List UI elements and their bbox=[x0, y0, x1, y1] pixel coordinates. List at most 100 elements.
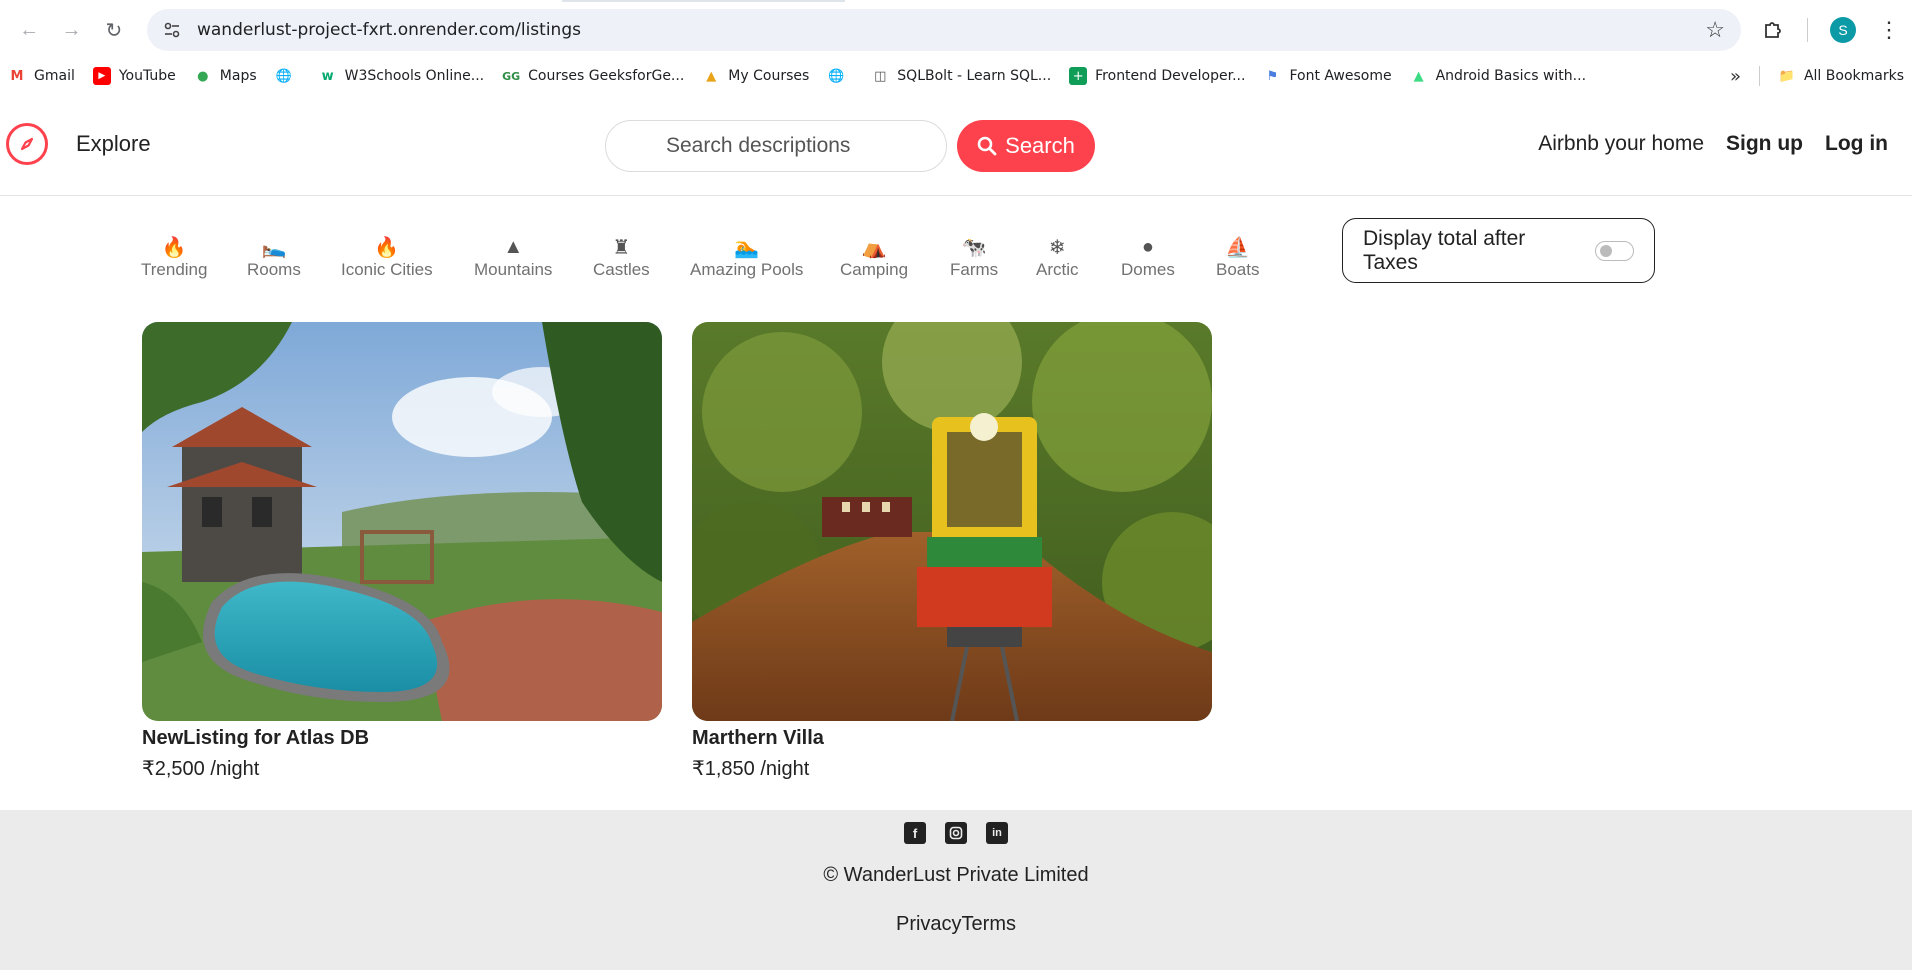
signup-link[interactable]: Sign up bbox=[1726, 132, 1803, 156]
filter-boats[interactable]: ⛵ Boats bbox=[1216, 234, 1259, 280]
search-input[interactable] bbox=[605, 120, 947, 172]
filter-label: Trending bbox=[141, 260, 208, 279]
browser-toolbar: ← → ↻ wanderlust-project-fxrt.onrender.c… bbox=[0, 0, 1912, 60]
bookmark-label: SQLBolt - Learn SQL... bbox=[897, 68, 1052, 84]
bookmark-globe-1[interactable]: 🌐 bbox=[275, 67, 301, 85]
castle-icon: ♜ bbox=[612, 236, 631, 259]
listing-title[interactable]: NewListing for Atlas DB bbox=[142, 727, 662, 750]
bookmark-gmail[interactable]: M Gmail bbox=[8, 67, 75, 85]
w3schools-icon: w bbox=[321, 68, 334, 84]
bookmark-label: YouTube bbox=[118, 68, 176, 84]
filter-label: Domes bbox=[1121, 260, 1175, 279]
bookmark-geeksforgeeks[interactable]: GG Courses GeeksforGe... bbox=[502, 67, 684, 85]
filter-label: Amazing Pools bbox=[690, 260, 804, 279]
search-button[interactable]: Search bbox=[957, 120, 1095, 172]
filter-iconic-cities[interactable]: 🔥 Iconic Cities bbox=[341, 234, 433, 280]
bookmark-label: Android Basics with... bbox=[1435, 68, 1587, 84]
filter-label: Rooms bbox=[247, 260, 301, 279]
reload-icon[interactable]: ↻ bbox=[97, 12, 131, 48]
bookmark-label: W3Schools Online... bbox=[344, 68, 485, 84]
site-settings-icon[interactable] bbox=[163, 20, 183, 40]
airbnb-your-home-link[interactable]: Airbnb your home bbox=[1538, 132, 1704, 156]
explore-link[interactable]: Explore bbox=[76, 131, 151, 157]
search-button-label: Search bbox=[1005, 133, 1075, 158]
filter-label: Mountains bbox=[474, 260, 553, 279]
filter-label: Castles bbox=[593, 260, 650, 279]
bookmark-font-awesome[interactable]: ⚑ Font Awesome bbox=[1263, 67, 1392, 85]
snowflake-icon: ❄ bbox=[1048, 236, 1066, 259]
bookmark-star-icon[interactable]: ☆ bbox=[1705, 17, 1725, 43]
address-bar[interactable]: wanderlust-project-fxrt.onrender.com/lis… bbox=[146, 9, 1741, 51]
filter-label: Camping bbox=[840, 260, 909, 279]
instagram-icon[interactable] bbox=[945, 822, 967, 844]
tab-strip-indicator bbox=[562, 0, 845, 2]
bookmark-label: Font Awesome bbox=[1289, 68, 1392, 84]
cow-icon: 🐄 bbox=[961, 236, 987, 259]
bookmark-my-courses[interactable]: ▲ My Courses bbox=[702, 67, 809, 85]
gmail-icon: M bbox=[10, 68, 24, 84]
tax-switch-knob bbox=[1599, 244, 1612, 257]
site-navbar: Explore Search Airbnb your home Sign up … bbox=[0, 92, 1912, 196]
listing-card[interactable]: Marthern Villa ₹1,850 /night bbox=[692, 322, 1212, 781]
filter-farms[interactable]: 🐄 Farms bbox=[950, 234, 998, 280]
login-link[interactable]: Log in bbox=[1825, 132, 1888, 156]
sailboat-icon: ⛵ bbox=[1225, 236, 1251, 259]
globe-icon: 🌐 bbox=[828, 68, 845, 84]
listing-card[interactable]: NewListing for Atlas DB ₹2,500 /night bbox=[142, 322, 662, 781]
copyright-text: © WanderLust Private Limited bbox=[823, 864, 1089, 886]
filter-amazing-pools[interactable]: 🏊 Amazing Pools bbox=[690, 234, 803, 280]
filter-castles[interactable]: ♜ Castles bbox=[593, 234, 650, 280]
flag-icon: ⚑ bbox=[1266, 68, 1279, 84]
search-icon bbox=[977, 136, 997, 156]
filter-label: Iconic Cities bbox=[341, 260, 433, 279]
filter-domes[interactable]: ● Domes bbox=[1121, 234, 1175, 280]
bookmark-maps[interactable]: ● Maps bbox=[194, 67, 257, 85]
footer-links[interactable]: PrivacyTerms bbox=[0, 913, 1912, 936]
bookmarks-divider bbox=[1758, 66, 1760, 86]
bookmark-youtube[interactable]: ▶ YouTube bbox=[92, 67, 176, 85]
tax-toggle-container: Display total after Taxes bbox=[1342, 218, 1655, 283]
bookmark-label: Maps bbox=[219, 68, 257, 84]
bookmark-android-basics[interactable]: ▲ Android Basics with... bbox=[1410, 67, 1586, 85]
database-icon: ◫ bbox=[874, 68, 887, 84]
filter-label: Arctic bbox=[1036, 260, 1079, 279]
linkedin-icon[interactable]: in bbox=[986, 822, 1008, 844]
forward-arrow-icon[interactable]: → bbox=[54, 12, 88, 48]
geeksforgeeks-icon: GG bbox=[502, 69, 521, 83]
profile-avatar[interactable]: S bbox=[1829, 17, 1856, 43]
bookmark-frontend-developer[interactable]: + Frontend Developer... bbox=[1069, 67, 1245, 85]
compass-logo-icon[interactable] bbox=[6, 122, 48, 165]
listing-image[interactable] bbox=[142, 322, 662, 721]
bookmark-label: My Courses bbox=[728, 68, 810, 84]
bookmark-label: Frontend Developer... bbox=[1095, 68, 1246, 84]
bed-icon: 🛌 bbox=[261, 236, 287, 259]
filter-arctic[interactable]: ❄ Arctic bbox=[1036, 234, 1079, 280]
igloo-icon: ● bbox=[1141, 235, 1154, 258]
bookmark-sqlbolt[interactable]: ◫ SQLBolt - Learn SQL... bbox=[871, 67, 1051, 85]
back-arrow-icon[interactable]: ← bbox=[12, 12, 46, 48]
filter-mountains[interactable]: ▲ Mountains bbox=[474, 234, 552, 280]
tax-toggle-label: Display total after Taxes bbox=[1363, 226, 1526, 274]
bookmark-globe-2[interactable]: 🌐 bbox=[827, 67, 853, 85]
listings-grid: NewListing for Atlas DB ₹2,500 /night Ma… bbox=[0, 320, 1912, 780]
url-text[interactable]: wanderlust-project-fxrt.onrender.com/lis… bbox=[197, 20, 1705, 40]
tax-switch[interactable] bbox=[1594, 240, 1634, 261]
extensions-puzzle-icon[interactable] bbox=[1761, 18, 1785, 42]
person-swimming-icon: 🏊 bbox=[734, 236, 760, 259]
social-links: f in bbox=[0, 822, 1912, 844]
browser-menu-icon[interactable]: ⋮ bbox=[1878, 17, 1900, 43]
listing-title[interactable]: Marthern Villa bbox=[692, 727, 1212, 750]
bookmark-w3schools[interactable]: w W3Schools Online... bbox=[319, 67, 485, 85]
listing-image[interactable] bbox=[692, 322, 1212, 721]
sheets-icon: + bbox=[1069, 67, 1088, 85]
all-bookmarks-folder[interactable]: 📁 All Bookmarks bbox=[1778, 67, 1904, 85]
globe-icon: 🌐 bbox=[275, 68, 292, 84]
folder-icon: 📁 bbox=[1778, 68, 1796, 84]
bookmarks-bar: M Gmail ▶ YouTube ● Maps 🌐 w W3Schools Onlin… bbox=[0, 60, 1912, 92]
filter-label: Boats bbox=[1216, 260, 1260, 279]
more-bookmarks-chevron-icon[interactable]: » bbox=[1730, 66, 1741, 87]
filter-rooms[interactable]: 🛌 Rooms bbox=[247, 234, 301, 280]
filter-camping[interactable]: ⛺ Camping bbox=[840, 234, 908, 280]
filter-trending[interactable]: 🔥 Trending bbox=[141, 234, 207, 280]
facebook-icon[interactable]: f bbox=[904, 822, 926, 844]
